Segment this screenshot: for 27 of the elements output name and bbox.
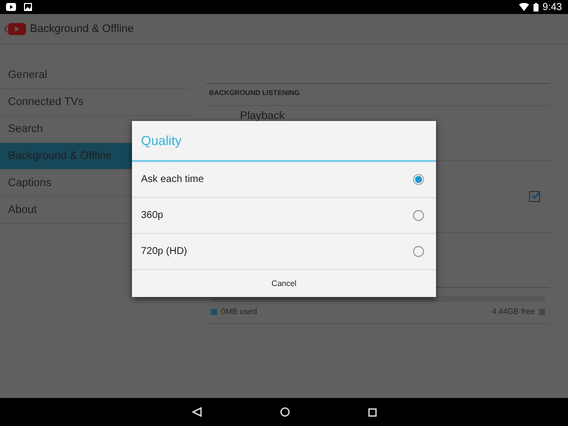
clock-time: 9:43: [542, 0, 562, 14]
quality-option[interactable]: Ask each time: [132, 162, 436, 198]
checkbox[interactable]: [529, 190, 540, 202]
image-icon: [24, 3, 32, 11]
radio-button[interactable]: [413, 174, 424, 184]
play-logo-icon: [8, 23, 26, 35]
radio-button[interactable]: [413, 246, 424, 256]
back-icon[interactable]: [192, 407, 202, 417]
legend-swatch: [211, 309, 217, 315]
legend-swatch: [539, 309, 545, 315]
home-icon[interactable]: [280, 407, 290, 417]
quality-option[interactable]: 360p: [132, 198, 436, 234]
sidebar-item[interactable]: Connected TVs: [0, 89, 190, 116]
screen-title: Background & Offline: [30, 22, 134, 37]
cancel-button[interactable]: Cancel: [132, 270, 436, 297]
quality-option[interactable]: 720p (HD): [132, 234, 436, 270]
storage-free-label: 4.44GB free: [492, 306, 535, 318]
setting-label: Playback: [240, 110, 285, 122]
recents-icon[interactable]: [368, 408, 376, 416]
sidebar-item[interactable]: General: [0, 62, 190, 89]
battery-icon: [532, 2, 539, 12]
radio-button[interactable]: [413, 210, 424, 220]
storage-used-label: 0MB used: [221, 306, 258, 318]
video-app-icon: [6, 3, 16, 11]
wifi-icon: [518, 3, 529, 11]
back-caret-icon[interactable]: [4, 25, 8, 33]
dialog-title: Quality: [132, 121, 436, 162]
